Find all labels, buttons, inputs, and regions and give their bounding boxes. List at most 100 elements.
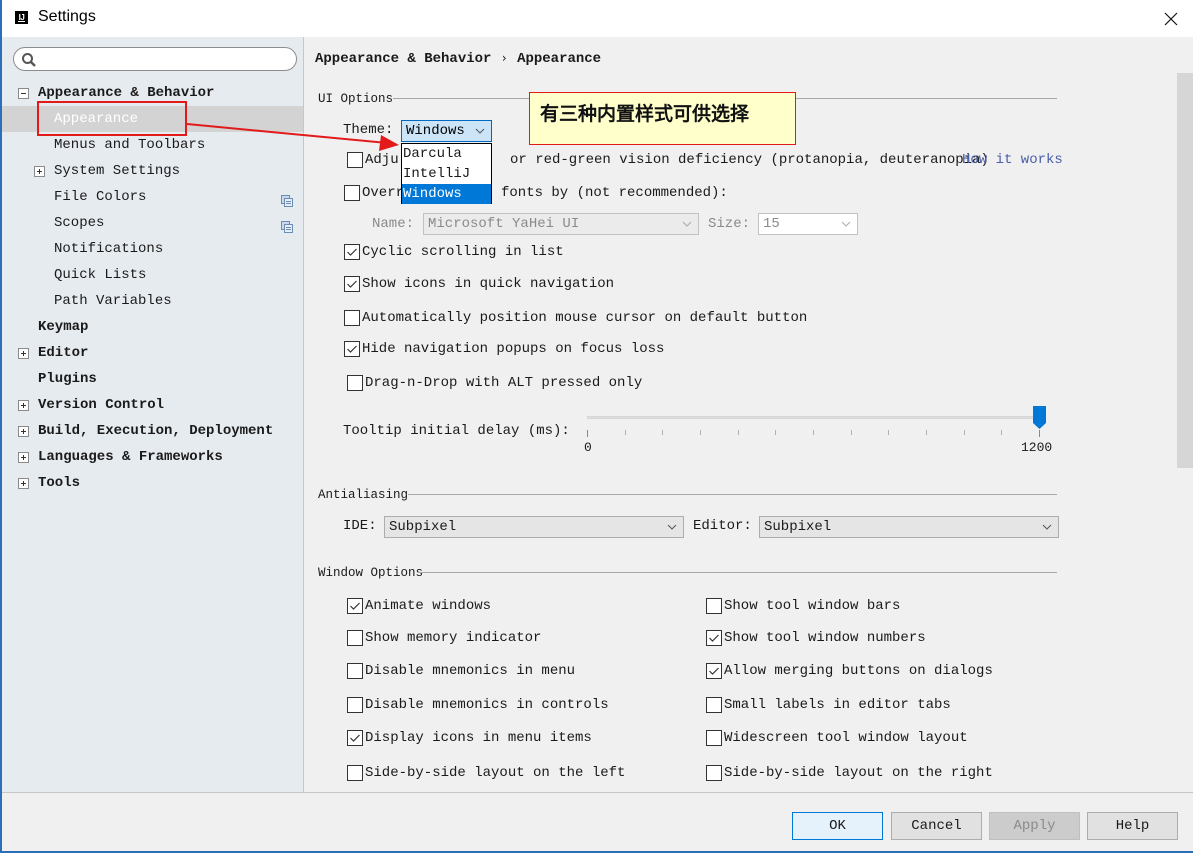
checkmark-icon bbox=[709, 667, 719, 675]
sidebar-item-tools[interactable]: Tools bbox=[2, 470, 303, 496]
checkbox-unchecked bbox=[706, 598, 722, 614]
scrollbar-thumb[interactable] bbox=[1177, 73, 1193, 468]
checkmark-icon bbox=[347, 345, 357, 353]
checkbox-label: Side-by-side layout on the right bbox=[724, 765, 993, 781]
side-by-side-layout-on-the-right-checkbox[interactable]: Side-by-side layout on the right bbox=[706, 765, 993, 781]
expand-icon[interactable] bbox=[18, 478, 29, 489]
adjust-colors-label-end: or red-green vision deficiency (protanop… bbox=[510, 152, 989, 168]
automatically-position-mouse-cursor-on-default-button-checkbox[interactable]: Automatically position mouse cursor on d… bbox=[344, 310, 807, 326]
sidebar-item-scopes[interactable]: Scopes bbox=[2, 210, 303, 236]
sidebar-item-label: Languages & Frameworks bbox=[38, 449, 223, 465]
theme-label: Theme: bbox=[343, 122, 394, 138]
font-size-dropdown[interactable]: 15 bbox=[758, 213, 858, 235]
sidebar-item-appearance[interactable]: Appearance bbox=[2, 106, 303, 132]
sidebar-item-editor[interactable]: Editor bbox=[2, 340, 303, 366]
allow-merging-buttons-on-dialogs-checkbox[interactable]: Allow merging buttons on dialogs bbox=[706, 663, 993, 679]
sidebar-item-label: Version Control bbox=[38, 397, 165, 413]
checkbox-label: Side-by-side layout on the left bbox=[365, 765, 626, 781]
collapse-icon[interactable] bbox=[18, 88, 29, 99]
ide-antialiasing-dropdown[interactable]: Subpixel bbox=[384, 516, 684, 538]
sidebar-item-notifications[interactable]: Notifications bbox=[2, 236, 303, 262]
cancel-button[interactable]: Cancel bbox=[891, 812, 982, 840]
sidebar-item-build-execution-deployment[interactable]: Build, Execution, Deployment bbox=[2, 418, 303, 444]
small-labels-in-editor-tabs-checkbox[interactable]: Small labels in editor tabs bbox=[706, 697, 951, 713]
vertical-scrollbar[interactable] bbox=[1177, 37, 1193, 792]
sidebar-item-label: Editor bbox=[38, 345, 89, 361]
sidebar-item-version-control[interactable]: Version Control bbox=[2, 392, 303, 418]
search-icon bbox=[22, 53, 36, 67]
project-settings-icon bbox=[281, 217, 293, 233]
chevron-down-icon bbox=[667, 524, 677, 530]
checkbox-box bbox=[347, 152, 363, 168]
show-tool-window-numbers-checkbox[interactable]: Show tool window numbers bbox=[706, 630, 926, 646]
disable-mnemonics-in-controls-checkbox[interactable]: Disable mnemonics in controls bbox=[347, 697, 609, 713]
widescreen-tool-window-layout-checkbox[interactable]: Widescreen tool window layout bbox=[706, 730, 968, 746]
checkbox-box bbox=[344, 185, 360, 201]
expand-icon[interactable] bbox=[34, 166, 45, 177]
theme-dropdown[interactable]: Windows bbox=[401, 120, 492, 142]
breadcrumb-parent[interactable]: Appearance & Behavior bbox=[315, 51, 491, 67]
tooltip-delay-slider[interactable]: 0 1200 bbox=[584, 406, 1052, 466]
expand-icon[interactable] bbox=[18, 400, 29, 411]
sidebar-item-quick-lists[interactable]: Quick Lists bbox=[2, 262, 303, 288]
close-button[interactable] bbox=[1157, 5, 1185, 33]
ui-options-section-title: UI Options bbox=[318, 92, 394, 106]
checkbox-checked bbox=[344, 244, 360, 260]
checkbox-label: Disable mnemonics in controls bbox=[365, 697, 609, 713]
annotation-callout: 有三种内置样式可供选择 bbox=[529, 92, 796, 145]
sidebar-item-menus-and-toolbars[interactable]: Menus and Toolbars bbox=[2, 132, 303, 158]
theme-option-intellij[interactable]: IntelliJ bbox=[402, 164, 491, 184]
side-by-side-layout-on-the-left-checkbox[interactable]: Side-by-side layout on the left bbox=[347, 765, 625, 781]
expand-icon[interactable] bbox=[18, 452, 29, 463]
how-it-works-link[interactable]: How it works bbox=[962, 152, 1063, 168]
ide-aa-label: IDE: bbox=[343, 518, 377, 534]
checkbox-label: Drag-n-Drop with ALT pressed only bbox=[365, 375, 643, 391]
checkbox-checked bbox=[347, 730, 363, 746]
editor-antialiasing-dropdown[interactable]: Subpixel bbox=[759, 516, 1059, 538]
theme-option-darcula[interactable]: Darcula bbox=[402, 144, 491, 164]
checkbox-checked bbox=[344, 276, 360, 292]
sidebar-item-plugins[interactable]: Plugins bbox=[2, 366, 303, 392]
expand-icon[interactable] bbox=[18, 426, 29, 437]
sidebar-item-label: File Colors bbox=[54, 189, 147, 205]
help-button[interactable]: Help bbox=[1087, 812, 1178, 840]
breadcrumb: Appearance & Behavior › Appearance bbox=[315, 51, 601, 67]
slider-tick bbox=[587, 430, 588, 437]
sidebar-item-keymap[interactable]: Keymap bbox=[2, 314, 303, 340]
hide-navigation-popups-on-focus-loss-checkbox[interactable]: Hide navigation popups on focus loss bbox=[344, 341, 664, 357]
checkbox-unchecked bbox=[706, 697, 722, 713]
show-tool-window-bars-checkbox[interactable]: Show tool window bars bbox=[706, 598, 900, 614]
checkbox-checked bbox=[344, 341, 360, 357]
checkmark-icon bbox=[347, 248, 357, 256]
sidebar-item-file-colors[interactable]: File Colors bbox=[2, 184, 303, 210]
sidebar-item-label: Quick Lists bbox=[54, 267, 147, 283]
dialog-footer: OK Cancel Apply Help bbox=[2, 792, 1193, 851]
drag-n-drop-with-alt-pressed-only-checkbox[interactable]: Drag-n-Drop with ALT pressed only bbox=[347, 375, 642, 391]
font-name-dropdown[interactable]: Microsoft YaHei UI bbox=[423, 213, 699, 235]
adjust-colors-checkbox[interactable]: Adju bbox=[347, 152, 399, 168]
theme-dropdown-value: Windows bbox=[406, 123, 465, 139]
cyclic-scrolling-in-list-checkbox[interactable]: Cyclic scrolling in list bbox=[344, 244, 564, 260]
expand-icon[interactable] bbox=[18, 348, 29, 359]
checkbox-label: Cyclic scrolling in list bbox=[362, 244, 564, 260]
sidebar-item-system-settings[interactable]: System Settings bbox=[2, 158, 303, 184]
settings-search-input[interactable] bbox=[13, 47, 297, 71]
slider-tick bbox=[926, 430, 927, 435]
sidebar-item-appearance-behavior[interactable]: Appearance & Behavior bbox=[2, 80, 303, 106]
slider-thumb[interactable] bbox=[1033, 406, 1046, 430]
sidebar-item-label: System Settings bbox=[54, 163, 181, 179]
checkbox-label: Show icons in quick navigation bbox=[362, 276, 615, 292]
disable-mnemonics-in-menu-checkbox[interactable]: Disable mnemonics in menu bbox=[347, 663, 575, 679]
apply-button[interactable]: Apply bbox=[989, 812, 1080, 840]
theme-option-windows[interactable]: Windows bbox=[402, 184, 491, 204]
ok-button[interactable]: OK bbox=[792, 812, 883, 840]
sidebar-item-languages-frameworks[interactable]: Languages & Frameworks bbox=[2, 444, 303, 470]
animate-windows-checkbox[interactable]: Animate windows bbox=[347, 598, 491, 614]
override-fonts-checkbox[interactable]: Overr bbox=[344, 185, 404, 201]
show-icons-in-quick-navigation-checkbox[interactable]: Show icons in quick navigation bbox=[344, 276, 614, 292]
display-icons-in-menu-items-checkbox[interactable]: Display icons in menu items bbox=[347, 730, 592, 746]
checkbox-unchecked bbox=[706, 765, 722, 781]
checkbox-label: Hide navigation popups on focus loss bbox=[362, 341, 665, 357]
show-memory-indicator-checkbox[interactable]: Show memory indicator bbox=[347, 630, 541, 646]
sidebar-item-path-variables[interactable]: Path Variables bbox=[2, 288, 303, 314]
